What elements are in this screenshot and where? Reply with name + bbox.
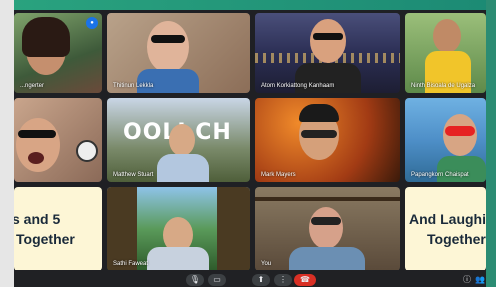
- participant-name: Papangkorn Chaispat: [411, 172, 469, 178]
- video-grid: ● ...ngerter Thitinun Lekkla Atom Korkia…: [14, 10, 486, 271]
- participant-video: [147, 247, 209, 271]
- participant-video: [445, 126, 475, 136]
- participant-video: [437, 156, 486, 182]
- participant-video: [169, 124, 195, 156]
- participant-tile[interactable]: OOLI CH Matthew Stuart: [107, 98, 250, 182]
- mic-button[interactable]: 🎙: [186, 274, 204, 286]
- participant-tile[interactable]: Mark Mayers: [255, 98, 400, 182]
- participant-name: Thitinun Lekkla: [113, 83, 154, 89]
- slide-text-line: And Laughi: [409, 211, 486, 227]
- participant-name: ...ngerter: [20, 83, 45, 89]
- present-button[interactable]: ⬆: [252, 274, 270, 286]
- participant-video: [299, 104, 339, 122]
- speaking-indicator-icon: ●: [86, 17, 98, 29]
- window-top-border: [0, 0, 496, 10]
- call-controls-bar: [14, 270, 486, 287]
- participant-tile[interactable]: Ninth Bisoala de Ugalza: [405, 13, 486, 93]
- presentation-slide-right: And Laughi Together: [405, 187, 486, 271]
- participant-tile[interactable]: [14, 98, 102, 182]
- more-options-button[interactable]: ⋮: [274, 274, 292, 286]
- participant-video: [309, 207, 343, 249]
- presentation-slide-left: s and 5 Together: [14, 187, 102, 271]
- participant-tile[interactable]: Atom Korkiattong Kanhaam: [255, 13, 400, 93]
- people-button[interactable]: 👥: [474, 274, 486, 286]
- participant-video: [433, 19, 461, 53]
- participant-video: [289, 247, 365, 271]
- slide-text-line: Together: [16, 231, 75, 247]
- participant-video: [22, 17, 70, 57]
- self-view-tile[interactable]: You: [255, 187, 400, 271]
- participant-video: [157, 154, 209, 182]
- participant-video: [313, 33, 343, 40]
- participant-video: [310, 19, 346, 63]
- participant-video: [217, 187, 250, 271]
- participant-tile[interactable]: Thitinun Lekkla: [107, 13, 250, 93]
- camera-button[interactable]: ▭: [208, 274, 226, 286]
- slide-text-line: s and 5: [14, 211, 61, 227]
- participant-name: Ninth Bisoala de Ugalza: [411, 83, 476, 89]
- slide-text-line: Together: [427, 231, 486, 247]
- participant-tile[interactable]: Sathi Faweat: [107, 187, 250, 271]
- participant-tile[interactable]: ● ...ngerter: [14, 13, 102, 93]
- participant-name: You: [261, 261, 272, 267]
- participant-name: Mark Mayers: [261, 172, 296, 178]
- participant-video: [137, 69, 199, 93]
- participant-video: [255, 197, 400, 201]
- participant-video: [16, 118, 60, 172]
- participant-video: [151, 35, 185, 43]
- participant-video: [107, 187, 137, 271]
- participant-video: [311, 217, 341, 225]
- participant-video: [147, 21, 189, 73]
- leave-call-button[interactable]: ☎: [294, 274, 316, 286]
- participant-video: [28, 152, 44, 164]
- participant-name: Sathi Faweat: [113, 261, 149, 267]
- wall-clock: [76, 140, 98, 162]
- participant-video: [18, 130, 56, 138]
- window-right-border: [486, 0, 496, 287]
- window-left-border: [0, 0, 14, 287]
- participant-name: Matthew Stuart: [113, 172, 154, 178]
- participant-video: [301, 130, 337, 138]
- participant-name: Atom Korkiattong Kanhaam: [261, 83, 335, 89]
- participant-tile[interactable]: Papangkorn Chaispat: [405, 98, 486, 182]
